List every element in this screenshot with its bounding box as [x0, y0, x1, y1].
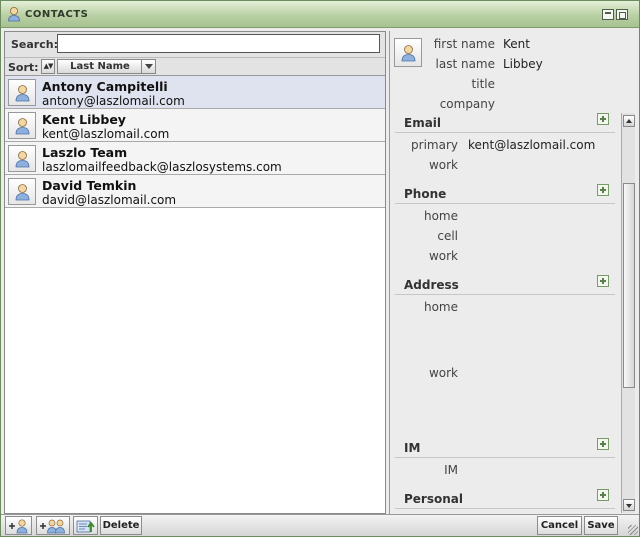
- add-personal-plus-icon[interactable]: [597, 489, 609, 501]
- last-name-field[interactable]: Libbey: [503, 57, 543, 71]
- add-contact-icon: [9, 519, 28, 534]
- contact-name: Laszlo Team: [42, 145, 128, 160]
- first-name-label: first name: [433, 37, 495, 51]
- avatar: [8, 79, 36, 106]
- search-input[interactable]: [57, 34, 380, 53]
- address-heading: Address: [404, 278, 459, 292]
- email-primary-field[interactable]: kent@laszlomail.com: [468, 138, 595, 152]
- contact-email: laszlomailfeedback@laszlosystems.com: [42, 160, 282, 174]
- scroll-down-icon[interactable]: [623, 499, 635, 511]
- personal-heading: Personal: [404, 492, 463, 506]
- email-section-header: Email: [395, 115, 615, 133]
- avatar[interactable]: [394, 38, 422, 67]
- add-im-plus-icon[interactable]: [597, 438, 609, 450]
- contact-name: Kent Libbey: [42, 112, 126, 127]
- im-label: IM: [444, 463, 458, 477]
- sort-label: Sort:: [8, 61, 39, 74]
- user-icon: [8, 7, 20, 22]
- scroll-up-icon[interactable]: [623, 115, 635, 127]
- list-item[interactable]: Antony Campitelli antony@laszlomail.com: [5, 76, 385, 109]
- sort-direction-icon: ▲▼: [43, 62, 54, 70]
- company-label: company: [439, 97, 495, 111]
- address-work-label: work: [428, 366, 458, 380]
- user-icon: [15, 85, 30, 102]
- phone-heading: Phone: [404, 187, 447, 201]
- add-contact-button[interactable]: [5, 516, 32, 535]
- contact-name: Antony Campitelli: [42, 79, 168, 94]
- sort-bar: Sort: ▲▼ Last Name: [5, 58, 385, 76]
- chevron-down-icon: [141, 60, 155, 73]
- avatar: [8, 178, 36, 205]
- list-item[interactable]: David Temkin david@laszlomail.com: [5, 175, 385, 208]
- minimize-icon[interactable]: [602, 9, 614, 20]
- user-icon: [15, 118, 30, 135]
- list-item[interactable]: Kent Libbey kent@laszlomail.com: [5, 109, 385, 142]
- delete-button[interactable]: Delete: [100, 516, 142, 535]
- phone-cell-label: cell: [437, 229, 458, 243]
- contact-list: Antony Campitelli antony@laszlomail.com …: [5, 76, 385, 208]
- contact-email: antony@laszlomail.com: [42, 94, 185, 108]
- sort-field-value: Last Name: [70, 61, 130, 72]
- address-home-label: home: [423, 300, 458, 314]
- add-group-button[interactable]: [36, 516, 70, 535]
- export-icon: [76, 520, 95, 533]
- contact-list-pane: Search: Sort: ▲▼ Last Name Antony Campit…: [4, 31, 386, 514]
- email-work-label: work: [428, 158, 458, 172]
- contact-email: david@laszlomail.com: [42, 193, 177, 207]
- bottom-toolbar: Delete Cancel Save: [1, 514, 639, 536]
- detail-scrollbar[interactable]: [621, 113, 635, 513]
- email-heading: Email: [404, 116, 442, 130]
- avatar: [8, 145, 36, 172]
- first-name-field[interactable]: Kent: [503, 37, 530, 51]
- phone-section-header: Phone: [395, 186, 615, 204]
- scroll-thumb[interactable]: [623, 183, 635, 388]
- im-heading: IM: [404, 441, 421, 455]
- maximize-icon[interactable]: [616, 9, 628, 20]
- email-primary-label: primary: [411, 138, 458, 152]
- save-button[interactable]: Save: [584, 516, 618, 535]
- last-name-label: last name: [435, 57, 496, 71]
- personal-section-header: Personal: [395, 491, 615, 509]
- address-section-header: Address: [395, 277, 615, 295]
- user-icon: [15, 184, 30, 201]
- add-email-plus-icon[interactable]: [597, 113, 609, 125]
- user-icon: [401, 45, 416, 62]
- cancel-button[interactable]: Cancel: [537, 516, 582, 535]
- im-section-header: IM: [395, 440, 615, 458]
- contact-name: David Temkin: [42, 178, 137, 193]
- phone-home-label: home: [423, 209, 458, 223]
- contact-detail-pane: first name Kent last name Libbey title c…: [389, 31, 637, 514]
- add-group-icon: [40, 519, 65, 534]
- search-bar: Search:: [5, 32, 385, 58]
- title-label: title: [471, 77, 495, 91]
- avatar: [8, 112, 36, 139]
- contacts-window: CONTACTS Search: Sort: ▲▼ Last Name Anto…: [0, 0, 640, 537]
- export-button[interactable]: [73, 516, 98, 535]
- sort-field-select[interactable]: Last Name: [57, 59, 156, 74]
- phone-work-label: work: [428, 249, 458, 263]
- search-label: Search:: [11, 38, 58, 51]
- sort-direction-button[interactable]: ▲▼: [41, 59, 55, 74]
- add-phone-plus-icon[interactable]: [597, 184, 609, 196]
- resize-grip[interactable]: [628, 525, 638, 535]
- title-bar[interactable]: CONTACTS: [1, 1, 639, 28]
- add-address-plus-icon[interactable]: [597, 275, 609, 287]
- list-item[interactable]: Laszlo Team laszlomailfeedback@laszlosys…: [5, 142, 385, 175]
- user-icon: [15, 151, 30, 168]
- contact-email: kent@laszlomail.com: [42, 127, 170, 141]
- window-title: CONTACTS: [25, 9, 89, 20]
